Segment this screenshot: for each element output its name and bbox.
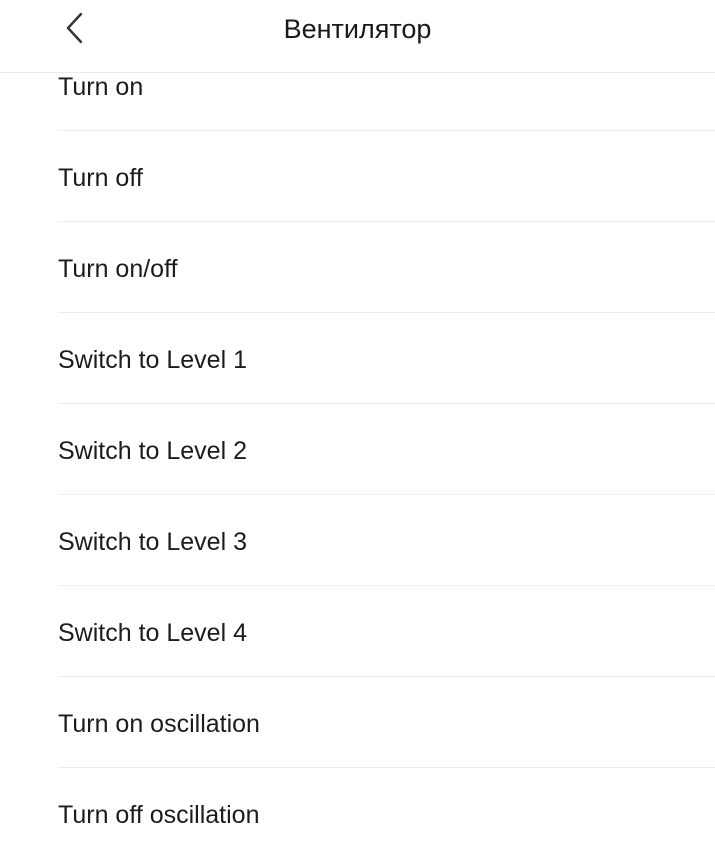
action-item-level-3[interactable]: Switch to Level 3 [58, 495, 715, 586]
action-label: Switch to Level 1 [58, 346, 247, 374]
action-item-level-1[interactable]: Switch to Level 1 [58, 313, 715, 404]
header: Вентилятор [0, 0, 715, 73]
action-label: Turn off oscillation [58, 801, 260, 829]
action-label: Turn on [58, 73, 144, 101]
action-label: Turn off [58, 164, 143, 192]
action-item-oscillation-on[interactable]: Turn on oscillation [58, 677, 715, 768]
action-label: Turn on/off [58, 255, 178, 283]
action-item-turn-off[interactable]: Turn off [58, 131, 715, 222]
action-item-turn-on-off[interactable]: Turn on/off [58, 222, 715, 313]
action-item-level-4[interactable]: Switch to Level 4 [58, 586, 715, 677]
action-label: Switch to Level 4 [58, 619, 247, 647]
action-label: Switch to Level 2 [58, 437, 247, 465]
action-label: Switch to Level 3 [58, 528, 247, 556]
action-item-level-2[interactable]: Switch to Level 2 [58, 404, 715, 495]
page-title: Вентилятор [283, 14, 432, 44]
action-item-oscillation-off[interactable]: Turn off oscillation [58, 768, 715, 858]
action-label: Turn on oscillation [58, 710, 260, 738]
